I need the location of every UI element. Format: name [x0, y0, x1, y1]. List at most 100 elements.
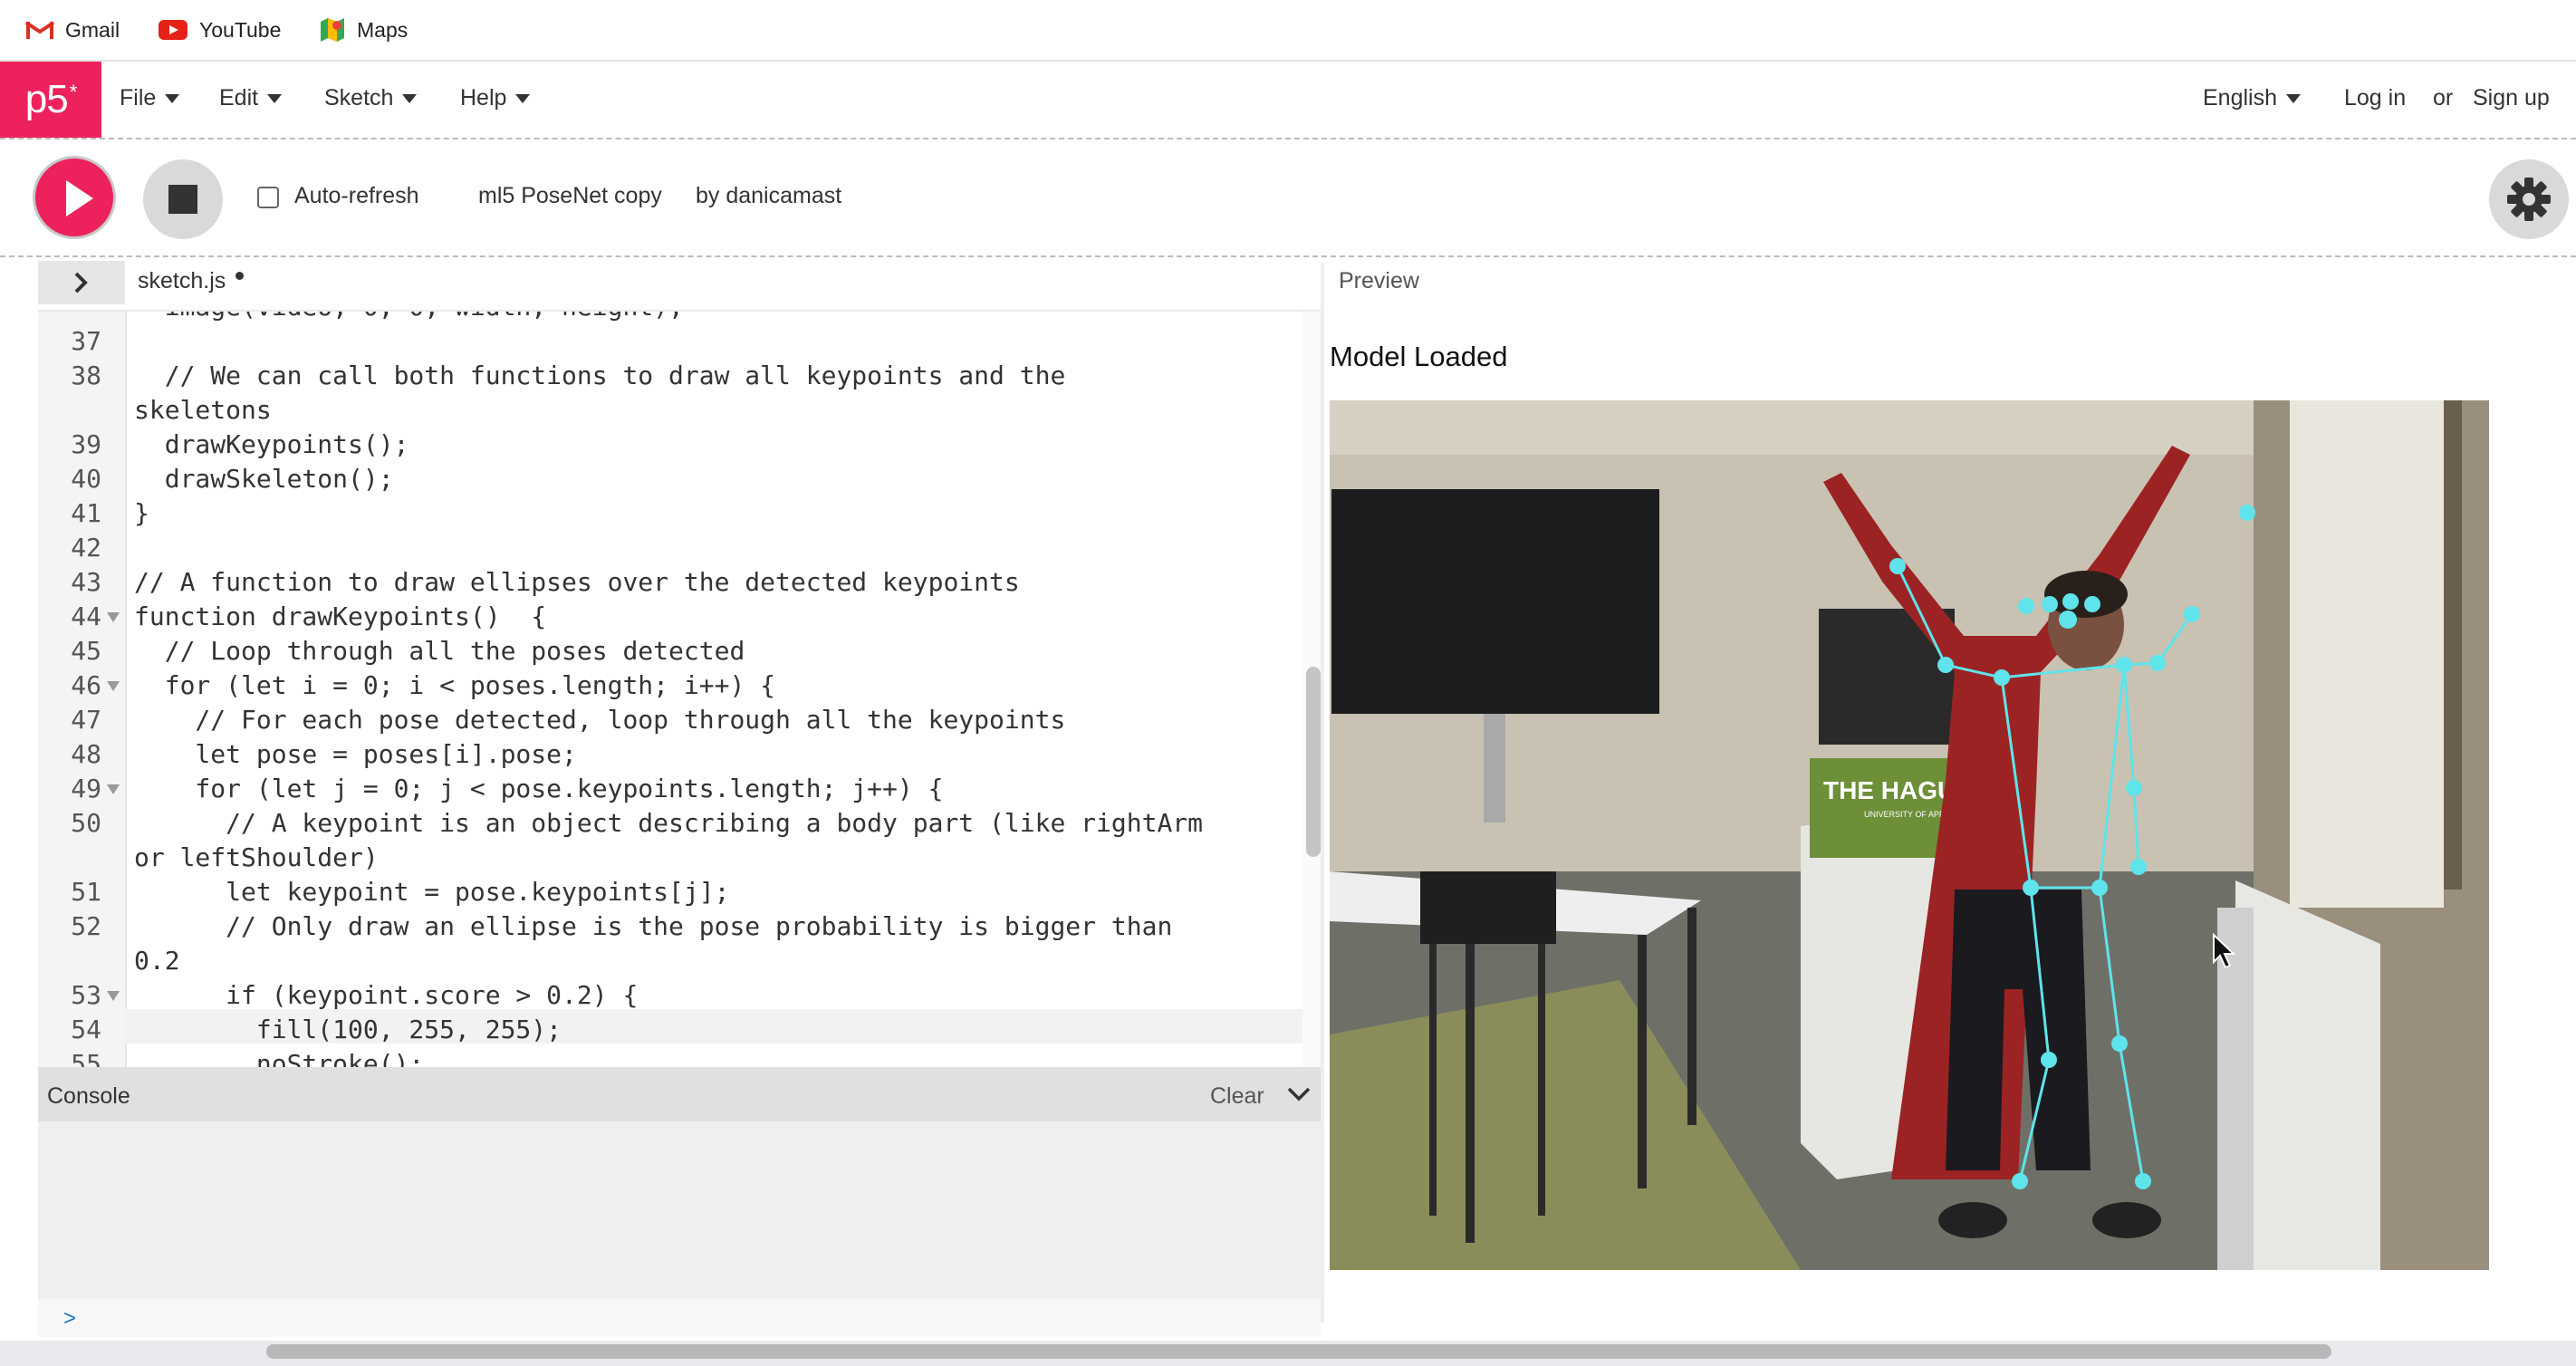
menu-edit[interactable]: Edit — [219, 85, 283, 111]
keypoint — [2041, 1052, 2057, 1068]
console-title: Console — [47, 1083, 130, 1109]
preview-canvas[interactable]: THE HAGUE UNIVERSITY OF APPLIED SCIENCES — [1330, 400, 2489, 1270]
person-shoe — [1938, 1202, 2007, 1238]
signup-link[interactable]: Sign up — [2473, 85, 2550, 111]
menu-label: Sketch — [324, 85, 394, 111]
code-line: // Loop through all the poses detected — [134, 636, 745, 666]
line-number: 40 — [71, 464, 101, 494]
login-link[interactable]: Log in — [2344, 85, 2406, 111]
editor-nav: p5 * File Edit Sketch Help English Log in… — [0, 62, 2576, 139]
table-leg — [1687, 908, 1697, 1125]
auto-refresh-label[interactable]: Auto-refresh — [294, 183, 419, 209]
chevron-down-icon[interactable] — [1286, 1085, 1312, 1103]
code-line: function drawKeypoints() { — [134, 601, 547, 631]
caret-down-icon — [2286, 93, 2301, 103]
console-input[interactable] — [38, 1299, 1321, 1337]
p5-logo[interactable]: p5 * — [0, 62, 101, 138]
play-button[interactable] — [33, 156, 116, 239]
keypoint — [2126, 780, 2142, 796]
model-status: Model Loaded — [1330, 341, 1508, 372]
console-clear-button[interactable]: Clear — [1210, 1083, 1264, 1110]
language-label: English — [2203, 85, 2277, 111]
settings-button[interactable] — [2489, 159, 2569, 239]
editor-scroll-thumb[interactable] — [1306, 667, 1321, 857]
chair-leg — [1538, 944, 1545, 1216]
keypoint — [2135, 1173, 2151, 1189]
bookmark-youtube[interactable]: YouTube — [158, 13, 281, 47]
keypoint — [2062, 593, 2079, 610]
caret-down-icon — [515, 93, 531, 103]
code-line: noStroke(); — [134, 1049, 425, 1069]
gear-icon — [2507, 178, 2551, 221]
menu-sketch[interactable]: Sketch — [324, 85, 418, 111]
code-line: // We can call both functions to draw al… — [134, 361, 1066, 390]
fold-toggle-icon[interactable] — [107, 784, 120, 794]
keypoint — [2149, 655, 2166, 671]
unsaved-indicator — [235, 272, 244, 280]
line-number: 39 — [71, 429, 101, 459]
code-line: // Only draw an ellipse is the pose prob… — [134, 911, 1173, 941]
keypoint — [2012, 1173, 2028, 1189]
preview-label: Preview — [1339, 268, 1419, 293]
keypoint — [2018, 598, 2034, 614]
fold-toggle-icon[interactable] — [107, 991, 120, 1001]
keypoint — [2059, 611, 2077, 629]
code-line: for (let i = 0; i < poses.length; i++) { — [134, 670, 776, 700]
line-number: 47 — [71, 705, 101, 735]
maps-icon — [321, 18, 344, 42]
keypoint — [1889, 558, 1906, 574]
line-number: 42 — [71, 533, 101, 563]
table-leg — [1466, 935, 1475, 1243]
auto-refresh-checkbox[interactable] — [257, 187, 279, 208]
keypoint — [2091, 880, 2108, 896]
keypoint — [2023, 880, 2039, 896]
window-frame — [2444, 400, 2462, 890]
caret-down-icon — [267, 93, 283, 103]
fold-toggle-icon[interactable] — [107, 681, 120, 691]
line-number: 41 — [71, 498, 101, 528]
code-line: let keypoint = pose.keypoints[j]; — [134, 877, 730, 907]
line-number: 52 — [71, 911, 101, 941]
keypoint — [2042, 596, 2058, 612]
sidebar-toggle-button[interactable] — [38, 261, 125, 304]
language-selector[interactable]: English — [2203, 85, 2301, 111]
bookmark-maps[interactable]: Maps — [319, 13, 408, 47]
console-header — [38, 1067, 1321, 1121]
keypoint — [1994, 669, 2010, 686]
gmail-icon — [25, 21, 54, 39]
sketch-toolbar: Auto-refresh ml5 PoseNet copy by danicam… — [0, 139, 2576, 257]
ceiling — [1330, 400, 2254, 455]
line-number: 44 — [71, 601, 101, 631]
bookmark-label: Gmail — [65, 17, 120, 42]
file-tab[interactable]: sketch.js — [138, 268, 226, 294]
line-number: 55 — [71, 1049, 101, 1069]
chevron-right-icon — [74, 272, 88, 293]
youtube-icon — [159, 20, 187, 40]
code-line: // A function to draw ellipses over the … — [134, 567, 1020, 597]
logo-asterisk: * — [69, 81, 78, 103]
page-scroll-thumb[interactable] — [266, 1344, 2331, 1359]
logo-text: p5 — [24, 77, 69, 121]
stop-button[interactable] — [143, 159, 223, 239]
sketch-name[interactable]: ml5 PoseNet copy — [478, 183, 662, 209]
console-output — [38, 1121, 1321, 1299]
menu-help[interactable]: Help — [460, 85, 531, 111]
code-line: } — [134, 498, 149, 528]
line-number: 38 — [71, 361, 101, 390]
play-icon — [66, 180, 93, 216]
keypoint — [2184, 606, 2200, 622]
pane-divider[interactable] — [1321, 263, 1324, 1323]
bookmark-gmail[interactable]: Gmail — [25, 13, 120, 47]
line-number: 43 — [71, 567, 101, 597]
menu-file[interactable]: File — [120, 85, 180, 111]
code-line: if (keypoint.score > 0.2) { — [134, 980, 639, 1010]
keypoint — [2084, 596, 2100, 612]
webcam-frame: THE HAGUE UNIVERSITY OF APPLIED SCIENCES — [1330, 400, 2489, 1270]
keypoint — [2130, 859, 2147, 875]
line-number: 45 — [71, 636, 101, 666]
sketch-author[interactable]: by danicamast — [696, 183, 841, 209]
code-editor[interactable]: image(video, 0, 0, width, height); 3738 … — [38, 310, 1321, 1069]
code-line: or leftShoulder) — [134, 842, 379, 872]
fold-toggle-icon[interactable] — [107, 612, 120, 622]
code-line: // For each pose detected, loop through … — [134, 705, 1066, 735]
